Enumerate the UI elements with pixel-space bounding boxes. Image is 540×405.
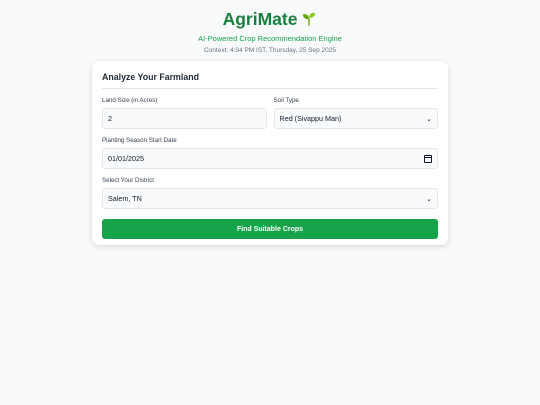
season-date-input[interactable]: 01/01/2025 [102, 148, 438, 169]
app-header: AgriMate AI-Powered Crop Recommendation … [0, 0, 540, 55]
soil-type-field: Soil Type Red (Sivappu Man) ⌄ [273, 97, 438, 129]
app-subtitle: AI-Powered Crop Recommendation Engine [198, 34, 342, 43]
form-title: Analyze Your Farmland [102, 71, 438, 89]
soil-type-label: Soil Type [273, 97, 299, 104]
land-size-field: Land Size (in Acres) 2 [102, 97, 267, 129]
form-row-land-soil: Land Size (in Acres) 2 Soil Type Red (Si… [102, 97, 438, 129]
find-crops-button[interactable]: Find Suitable Crops [102, 219, 438, 239]
district-select[interactable]: Salem, TN ⌄ [102, 188, 438, 209]
calendar-icon[interactable] [424, 154, 432, 163]
season-date-label: Planting Season Start Date [102, 137, 177, 144]
app-title: AgriMate [223, 9, 318, 29]
context-timestamp: Context: 4:34 PM IST, Thursday, 25 Sep 2… [203, 47, 336, 54]
farmland-form-card: Analyze Your Farmland Land Size (in Acre… [92, 61, 448, 245]
district-field: Select Your District Salem, TN ⌄ [102, 177, 438, 209]
district-label: Select Your District [102, 177, 154, 184]
chevron-down-icon: ⌄ [426, 115, 432, 123]
soil-type-select[interactable]: Red (Sivappu Man) ⌄ [273, 108, 438, 129]
soil-type-value: Red (Sivappu Man) [279, 114, 342, 123]
land-size-input[interactable]: 2 [102, 108, 267, 129]
land-size-label: Land Size (in Acres) [102, 97, 158, 104]
season-date-field: Planting Season Start Date 01/01/2025 [102, 137, 438, 169]
land-size-value: 2 [108, 114, 112, 123]
chevron-down-icon: ⌄ [426, 195, 432, 203]
app-title-text: AgriMate [222, 9, 298, 29]
district-value: Salem, TN [108, 194, 142, 203]
seedling-icon [303, 12, 316, 26]
season-date-value: 01/01/2025 [108, 154, 144, 163]
